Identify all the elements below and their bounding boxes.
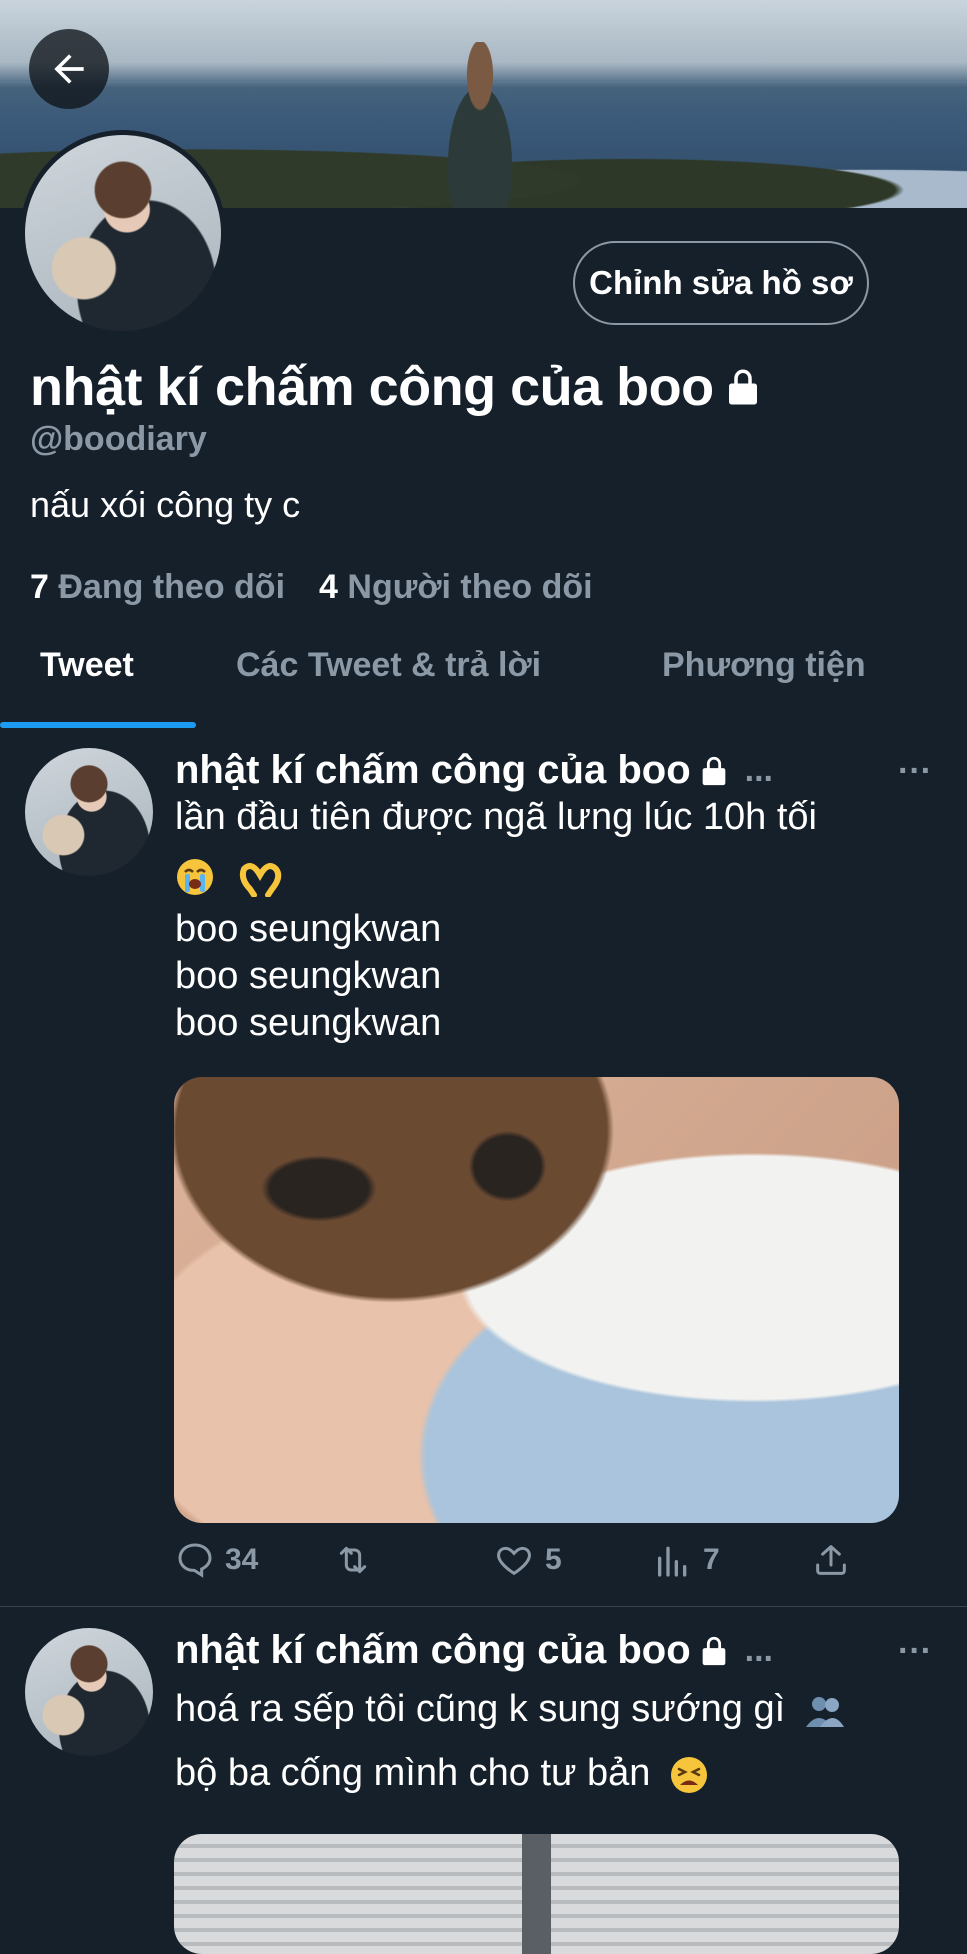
tweet-emoji-line	[175, 852, 284, 899]
tweet-text-line: boo seungkwan	[175, 955, 442, 997]
profile-name-row: nhật kí chấm công của boo	[30, 356, 764, 418]
more-options-button[interactable]: ···	[898, 752, 932, 791]
views-button[interactable]: 7	[653, 1540, 720, 1580]
like-button[interactable]: 5	[493, 1540, 562, 1580]
tweet-avatar[interactable]	[25, 748, 153, 876]
following-label: Đang theo dõi	[58, 568, 286, 606]
lock-icon	[702, 1636, 725, 1665]
profile-tabs: Tweet Các Tweet & trả lời Phương tiện	[0, 620, 967, 728]
tweet-author[interactable]: nhật kí chấm công của boo	[175, 1628, 691, 1673]
retweet-button[interactable]	[331, 1540, 385, 1580]
followers-link[interactable]: 4 Người theo dõi	[319, 568, 593, 607]
view-count: 7	[703, 1543, 720, 1576]
tweet-text-line: boo seungkwan	[175, 1002, 442, 1044]
arrow-left-icon	[54, 54, 84, 84]
tweet-avatar[interactable]	[25, 1628, 153, 1756]
active-tab-indicator	[0, 722, 196, 728]
follow-stats: 7 Đang theo dõi 4 Người theo dõi	[30, 568, 593, 607]
followers-label: Người theo dõi	[347, 568, 593, 606]
banner-person	[430, 42, 530, 208]
tweet-header: nhật kí chấm công của boo ...	[175, 1628, 773, 1673]
share-icon	[816, 1545, 846, 1575]
reply-icon	[178, 1543, 212, 1578]
lock-icon	[702, 756, 725, 785]
avatar-image	[25, 135, 221, 331]
tweet-header: nhật kí chấm công của boo ...	[175, 748, 773, 793]
tweet-photo[interactable]	[174, 1077, 899, 1523]
retweet-icon	[339, 1546, 367, 1574]
tweet-actions: 34 5 7	[175, 1540, 895, 1590]
tab-tweets-replies[interactable]: Các Tweet & trả lời	[236, 646, 541, 685]
display-name: nhật kí chấm công của boo	[30, 357, 714, 417]
profile-handle: @boodiary	[30, 420, 207, 458]
like-count: 5	[545, 1543, 562, 1576]
followers-count: 4	[319, 568, 338, 606]
tweet-photo[interactable]	[174, 1834, 899, 1954]
tweet-text: bộ ba cống mình cho tư bản	[175, 1752, 651, 1794]
tweet-text-line: bộ ba cống mình cho tư bản	[175, 1750, 709, 1797]
tired-face-icon	[671, 1756, 707, 1793]
back-button[interactable]	[29, 29, 109, 109]
following-count: 7	[30, 568, 49, 606]
lock-icon	[728, 369, 757, 405]
analytics-icon	[658, 1546, 687, 1577]
loudly-crying-face-icon	[177, 858, 213, 895]
tweet-text-line: hoá ra sếp tôi cũng k sung sướng gì	[175, 1686, 846, 1733]
reply-button[interactable]: 34	[175, 1540, 258, 1580]
heart-icon	[497, 1546, 531, 1576]
tab-tweets[interactable]: Tweet	[40, 646, 134, 685]
tweet-text: hoá ra sếp tôi cũng k sung sướng gì	[175, 1688, 786, 1730]
tweet-text-line: boo seungkwan	[175, 908, 442, 950]
author-truncation: ...	[744, 1631, 773, 1669]
tweet-text-line: lần đầu tiên được ngã lưng lúc 10h tối	[175, 796, 817, 838]
share-button[interactable]	[811, 1540, 851, 1580]
tweet-author[interactable]: nhật kí chấm công của boo	[175, 748, 691, 793]
author-truncation: ...	[744, 751, 773, 789]
reply-count: 34	[225, 1543, 259, 1576]
profile-avatar[interactable]	[20, 130, 226, 336]
more-options-button[interactable]: ···	[898, 1632, 932, 1671]
profile-bio: nấu xói công ty c	[30, 484, 301, 525]
tweet-divider	[0, 1606, 967, 1607]
heart-hands-icon	[239, 863, 281, 897]
edit-profile-button[interactable]: Chỉnh sửa hồ sơ	[573, 241, 869, 325]
tab-media[interactable]: Phương tiện	[662, 646, 866, 685]
following-link[interactable]: 7 Đang theo dõi	[30, 568, 285, 607]
bust-in-silhouette-icon	[805, 1696, 844, 1727]
